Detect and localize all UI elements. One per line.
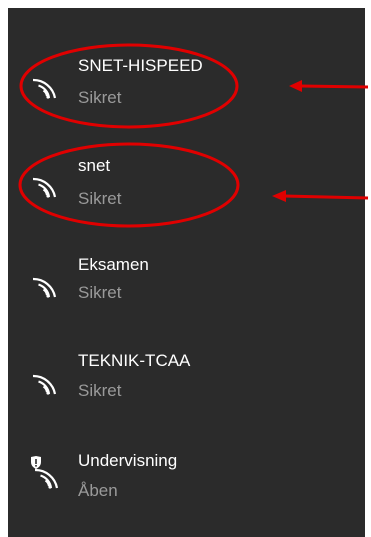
network-status: Åben [78, 481, 118, 500]
network-item-snet-hispeed[interactable]: SNET-HISPEED Sikret [8, 48, 365, 138]
network-item-teknik-tcaa[interactable]: TEKNIK-TCAA Sikret [8, 345, 365, 435]
wifi-icon [32, 177, 57, 198]
network-item-snet[interactable]: snet Sikret [8, 151, 365, 241]
screenshot: SNET-HISPEED Sikret snet Sikret Eksamen [0, 0, 371, 537]
network-name: Undervisning [78, 451, 178, 470]
network-name: SNET-HISPEED [78, 56, 203, 75]
network-item-undervisning[interactable]: Undervisning Åben [8, 441, 365, 531]
network-name: snet [78, 156, 111, 175]
network-name: Eksamen [78, 255, 149, 274]
network-status: Sikret [78, 88, 122, 107]
wifi-icon [32, 277, 57, 298]
wifi-icon [32, 374, 57, 395]
network-status: Sikret [78, 283, 122, 302]
wifi-icon [32, 78, 57, 99]
network-item-eksamen[interactable]: Eksamen Sikret [8, 249, 365, 339]
wifi-open-shield-icon [31, 456, 59, 489]
wifi-network-list: SNET-HISPEED Sikret snet Sikret Eksamen [8, 8, 365, 537]
network-status: Sikret [78, 381, 122, 400]
network-name: TEKNIK-TCAA [78, 351, 191, 370]
network-status: Sikret [78, 189, 122, 208]
